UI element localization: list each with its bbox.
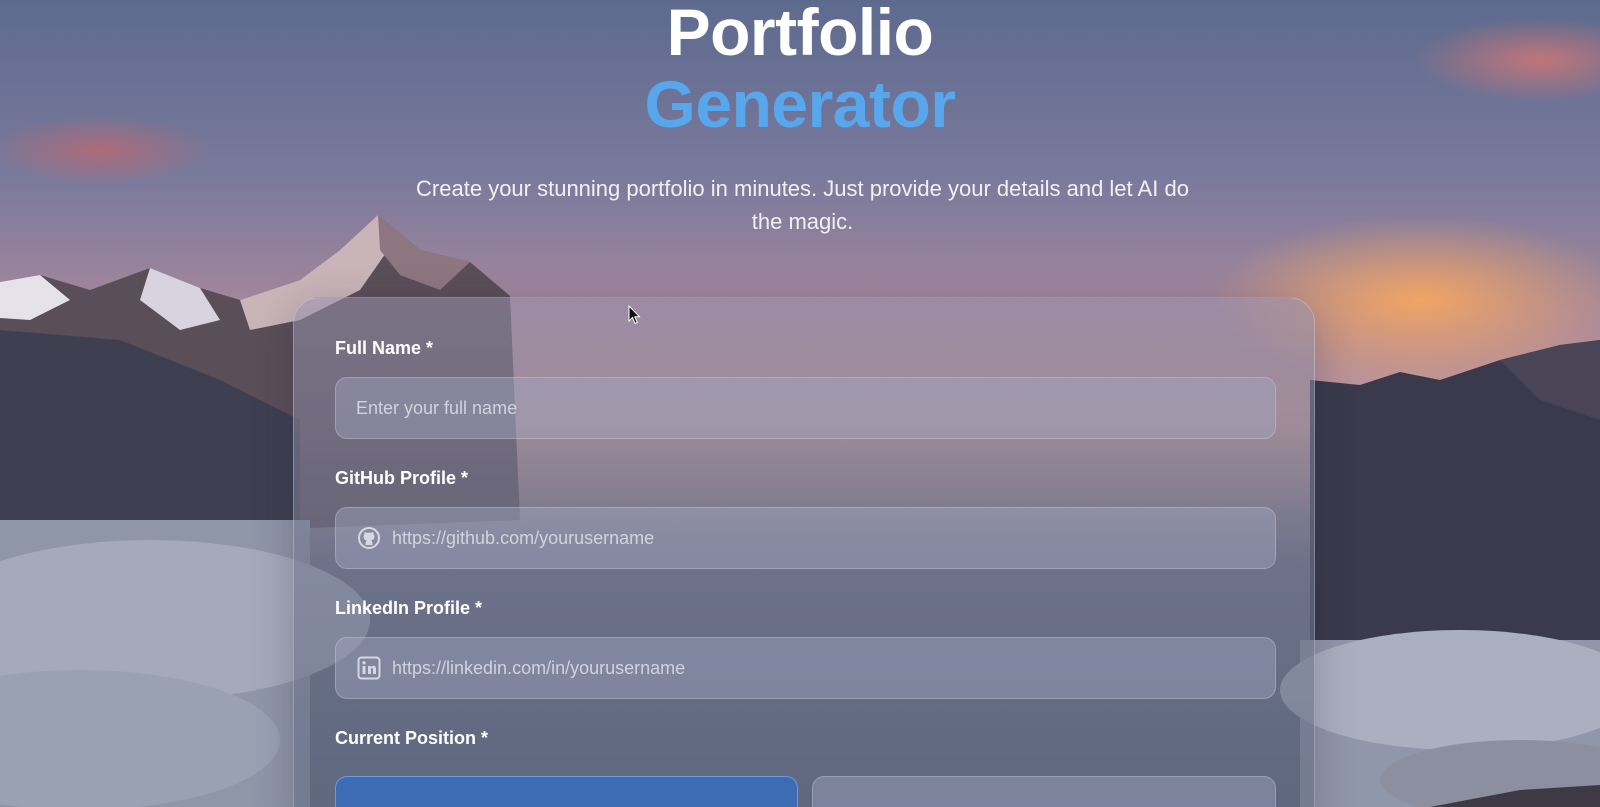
github-label: GitHub Profile * bbox=[335, 468, 469, 488]
position-option[interactable] bbox=[812, 776, 1276, 807]
current-position-label: Current Position * bbox=[335, 728, 489, 748]
page-subtitle: Create your stunning portfolio in minute… bbox=[416, 176, 1189, 234]
github-icon bbox=[356, 525, 382, 551]
full-name-label: Full Name * bbox=[335, 338, 434, 358]
linkedin-input[interactable] bbox=[392, 657, 1272, 679]
linkedin-field[interactable] bbox=[335, 637, 1276, 699]
linkedin-icon bbox=[356, 655, 382, 681]
linkedin-label: LinkedIn Profile * bbox=[335, 598, 483, 618]
portfolio-form-card: Full Name * GitHub Profile * LinkedIn Pr… bbox=[293, 297, 1315, 807]
full-name-field[interactable] bbox=[335, 377, 1276, 439]
position-option-selected[interactable] bbox=[335, 776, 798, 807]
mouse-cursor-icon bbox=[628, 305, 641, 325]
github-field[interactable] bbox=[335, 507, 1276, 569]
github-input[interactable] bbox=[392, 527, 1272, 549]
page-title-accent: Generator bbox=[644, 67, 956, 141]
full-name-input[interactable] bbox=[356, 397, 1236, 419]
page-title: Portfolio bbox=[666, 0, 934, 69]
